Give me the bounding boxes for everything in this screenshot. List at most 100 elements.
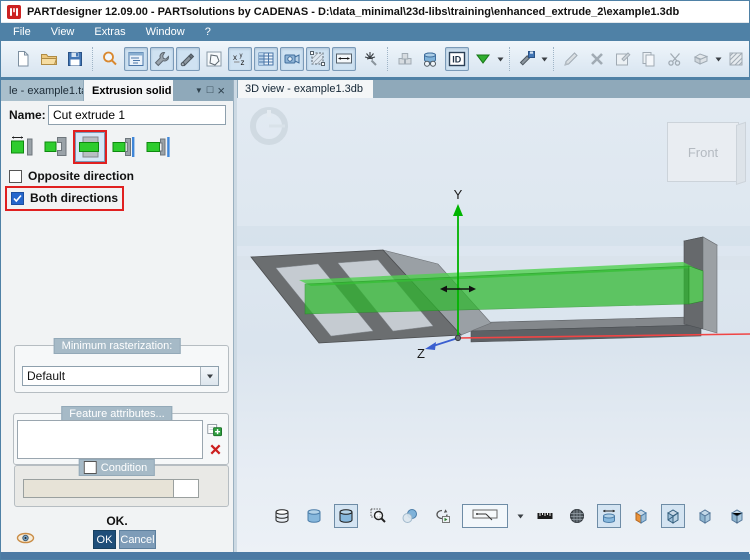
search-button[interactable] [98, 47, 122, 71]
menu-help[interactable]: ? [195, 23, 221, 41]
extrude-mode-up-to-plane-button[interactable] [143, 132, 173, 162]
condition-input-end [174, 479, 199, 498]
copy-button [637, 47, 661, 71]
name-input[interactable] [48, 105, 226, 125]
menu-window[interactable]: Window [136, 23, 195, 41]
section-view-button[interactable] [661, 504, 685, 528]
open-file-button[interactable] [37, 47, 61, 71]
iso-view-1-button[interactable] [693, 504, 717, 528]
delete-attribute-icon[interactable] [207, 441, 223, 457]
annotation-tool-icon [472, 507, 498, 525]
coordinate-system-button[interactable]: xyz [228, 47, 252, 71]
iso-view-2-button[interactable] [725, 504, 749, 528]
toolbar-separator [553, 47, 554, 71]
inspect-solid-button[interactable] [419, 47, 443, 71]
combobox-dropdown-button[interactable] [200, 367, 218, 385]
annotation-tool-button[interactable] [462, 504, 508, 528]
dimensioning-button[interactable] [332, 47, 356, 71]
paste-dropdown-icon [714, 47, 723, 71]
view-toolbar: » [270, 502, 750, 530]
min-rasterization-value: Default [23, 369, 200, 383]
value-table-button[interactable] [254, 47, 278, 71]
menu-extras[interactable]: Extras [84, 23, 135, 41]
zoom-area-button[interactable] [366, 504, 390, 528]
ruler-icon [536, 507, 554, 525]
tools-wrench-button[interactable] [150, 47, 174, 71]
origin-marker[interactable] [455, 335, 460, 340]
tab-list-dropdown-icon[interactable]: ▼ [195, 80, 203, 101]
both-directions-checkbox[interactable] [11, 192, 24, 205]
face-orientation-icon [632, 507, 650, 525]
screw-feature-icon [179, 50, 197, 68]
opposite-direction-checkbox[interactable] [9, 170, 22, 183]
measure-solid-button[interactable] [597, 504, 621, 528]
extrude-mode-blind-depth-button[interactable] [7, 132, 37, 162]
3d-scene: Y Z [237, 98, 750, 554]
model-flange-side [703, 237, 717, 333]
render-quality-icon [401, 507, 419, 525]
3d-viewport[interactable]: Front [237, 98, 750, 554]
direction-arrow-dropdown-icon[interactable] [496, 47, 505, 71]
min-rasterization-label: Minimum rasterization: [54, 338, 181, 354]
screw-feature-button[interactable] [176, 47, 200, 71]
background-band [237, 226, 750, 246]
save-feature-dropdown-icon[interactable] [540, 47, 549, 71]
view-projection-button[interactable] [280, 47, 304, 71]
assembly-button [393, 47, 417, 71]
both-directions-label: Both directions [30, 191, 118, 205]
value-table-icon [257, 50, 275, 68]
render-quality-button[interactable] [398, 504, 422, 528]
cancel-button[interactable]: Cancel [119, 530, 156, 549]
coordinate-system-icon: xyz [231, 50, 249, 68]
ruler-button[interactable] [533, 504, 557, 528]
save-button[interactable] [63, 47, 87, 71]
app-window: PARTdesigner 12.09.00 - PARTsolutions by… [0, 0, 750, 560]
id-display-button[interactable]: ID [445, 47, 469, 71]
new-file-button[interactable] [11, 47, 35, 71]
menu-view[interactable]: View [41, 23, 85, 41]
transform-button [611, 47, 635, 71]
toolbar-grip[interactable] [6, 47, 7, 71]
add-attribute-icon[interactable] [206, 421, 222, 437]
wireframe-view-button[interactable] [270, 504, 294, 528]
iso-view-2-icon [728, 507, 746, 525]
part-structure-icon [127, 50, 145, 68]
condition-checkbox[interactable] [84, 461, 97, 474]
main-toolbar: xyz ID [1, 41, 749, 77]
shaded-view-button[interactable] [302, 504, 326, 528]
z-axis-label: Z [417, 346, 425, 361]
save-feature-button[interactable] [515, 47, 539, 71]
extrude-mode-up-to-surface-button[interactable] [109, 132, 139, 162]
blind-depth-icon [9, 134, 35, 160]
extrude-mode-up-to-next-button[interactable] [41, 132, 71, 162]
dimensioning-icon [335, 50, 353, 68]
close-icon[interactable]: × [217, 80, 225, 101]
magic-wand-button[interactable] [358, 47, 382, 71]
y-axis-label: Y [454, 187, 463, 202]
part-structure-button[interactable] [124, 47, 148, 71]
mesh-view-icon [568, 507, 586, 525]
sketch-button[interactable] [202, 47, 226, 71]
new-file-icon [14, 50, 32, 68]
visibility-eye-icon[interactable] [15, 530, 35, 546]
tab-example1-tab[interactable]: le - example1.tab [1, 80, 84, 101]
selection-area-button[interactable] [306, 47, 330, 71]
tab-extrusion-solid[interactable]: Extrusion solid [84, 80, 173, 101]
feature-attributes-list[interactable] [17, 420, 203, 459]
maximize-icon[interactable]: □ [207, 80, 214, 101]
annotation-tool-dropdown-icon[interactable] [516, 504, 525, 528]
condition-input [23, 479, 174, 498]
direction-arrow-button[interactable] [471, 47, 495, 71]
opposite-direction-label: Opposite direction [28, 169, 134, 183]
face-orientation-button[interactable] [629, 504, 653, 528]
tab-3d-view[interactable]: 3D view - example1.3db [238, 80, 373, 98]
menu-file[interactable]: File [3, 23, 41, 41]
save-feature-icon [518, 50, 536, 68]
shaded-edges-view-button[interactable] [334, 504, 358, 528]
ok-button[interactable]: OK [93, 530, 116, 549]
open-file-icon [40, 50, 58, 68]
min-rasterization-combobox[interactable]: Default [22, 366, 219, 386]
extrude-mode-through-all-button[interactable] [75, 132, 105, 162]
mesh-view-button[interactable] [565, 504, 589, 528]
animation-button[interactable] [430, 504, 454, 528]
